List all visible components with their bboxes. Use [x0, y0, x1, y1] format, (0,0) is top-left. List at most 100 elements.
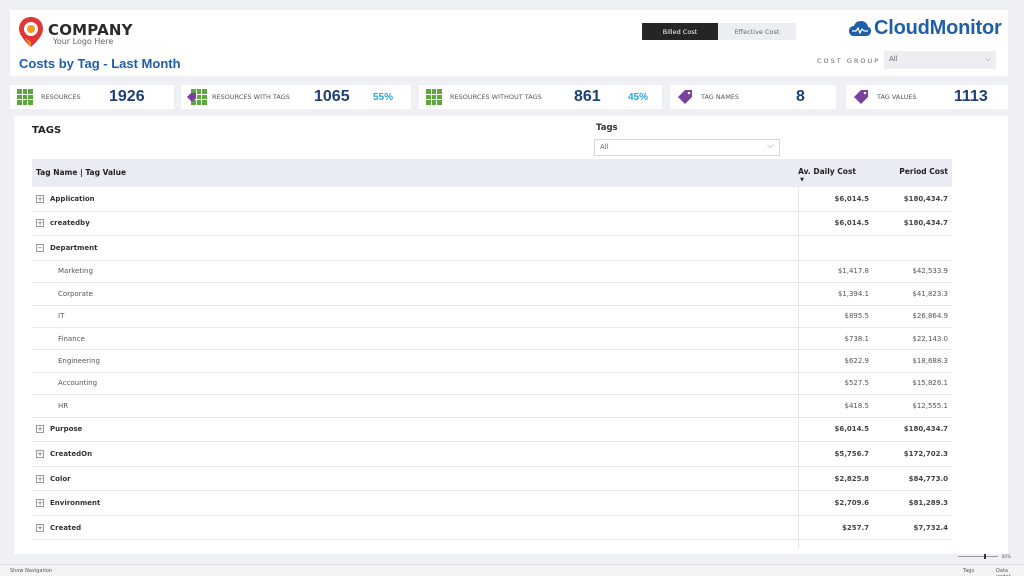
table-row-tag[interactable]: + Created $257.7 $7,732.4 — [32, 516, 952, 541]
table-row-tag[interactable]: + Environment $2,709.6 $81,289.3 — [32, 491, 952, 516]
billed-cost-button[interactable]: Billed Cost — [642, 23, 718, 40]
cell-period-cost: $12,555.1 — [912, 401, 948, 410]
cost-group-value: All — [889, 55, 898, 63]
table-row-tag[interactable]: + createdby $6,014.5 $180,434.7 — [32, 212, 952, 237]
kpi-resources: RESOURCES 1926 — [10, 85, 174, 109]
row-name: Purpose — [50, 425, 83, 434]
tag-icon — [678, 90, 692, 104]
row-name: Department — [50, 243, 98, 252]
row-name: Finance — [58, 334, 85, 343]
column-header-daily-cost[interactable]: Av. Daily Cost ▼ — [798, 167, 856, 183]
product-name: CloudMonitor — [874, 17, 1002, 39]
expand-icon[interactable]: + — [36, 474, 44, 483]
cloud-icon — [849, 20, 871, 36]
table-row-tag-value[interactable]: Corporate $1,394.1 $41,823.3 — [32, 283, 952, 306]
report-header: COMPANY Your Logo Here Costs by Tag - La… — [10, 10, 1008, 76]
row-name: CreatedOn — [50, 449, 93, 458]
table-row-tag-value[interactable]: Finance $738.1 $22,143.0 — [32, 328, 952, 351]
panel-title: TAGS — [32, 125, 62, 136]
kpi-percent: 45% — [628, 92, 649, 103]
cell-daily-cost: $6,014.5 — [834, 219, 869, 228]
location-pin-logo-icon — [19, 17, 43, 47]
row-name: Corporate — [58, 289, 93, 298]
sort-descending-icon: ▼ — [800, 177, 804, 183]
chevron-down-icon: ⌵ — [767, 141, 774, 151]
cell-daily-cost: $738.1 — [844, 334, 870, 343]
table-row-tag[interactable]: + Color $2,825.8 $84,773.0 — [32, 467, 952, 492]
cell-daily-cost: $5,756.7 — [834, 449, 869, 458]
cost-group-dropdown[interactable]: All ⌵ — [884, 51, 996, 69]
grid-tag-icon — [187, 89, 207, 105]
data-update-status: Data updat... — [996, 568, 1015, 576]
kpi-value: 1926 — [109, 88, 145, 105]
cell-daily-cost: $418.5 — [844, 401, 870, 410]
table-row-tag-value[interactable]: Accounting $527.5 $15,826.1 — [32, 373, 952, 396]
row-name: createdby — [50, 219, 90, 228]
zoom-slider[interactable]: 85% — [958, 554, 1018, 559]
table-body: + Application $6,014.5 $180,434.7 + createdby… — [32, 187, 952, 541]
expand-icon[interactable]: + — [36, 219, 44, 228]
tags-panel: TAGS Tags All ⌵ Tag Name | Tag Value Av.… — [14, 116, 1008, 554]
cell-daily-cost: $6,014.5 — [834, 194, 869, 203]
cell-daily-cost: $1,394.1 — [837, 289, 869, 298]
cost-group-label: COST GROUP — [817, 57, 881, 65]
kpi-label: TAG NAMES — [701, 93, 740, 101]
cell-period-cost: $22,143.0 — [912, 334, 948, 343]
cell-period-cost: $26,864.9 — [912, 312, 948, 321]
table-row-tag-value[interactable]: IT $895.5 $26,864.9 — [32, 306, 952, 328]
expand-icon[interactable]: + — [36, 499, 44, 508]
kpi-label: RESOURCES — [41, 93, 81, 101]
tags-filter-value: All — [600, 143, 609, 151]
company-tagline: Your Logo Here — [53, 37, 114, 46]
expand-icon[interactable]: + — [36, 449, 44, 458]
table-row-tag[interactable]: + Purpose $6,014.5 $180,434.7 — [32, 418, 952, 443]
cell-daily-cost: $1,417.8 — [837, 267, 869, 276]
cell-daily-cost: $527.5 — [844, 379, 870, 388]
table-row-tag[interactable]: + Application $6,014.5 $180,434.7 — [32, 187, 952, 212]
row-name: Color — [50, 474, 71, 483]
column-header-period-cost[interactable]: Period Cost — [899, 167, 948, 176]
page-tab-tags[interactable]: Tags — [963, 568, 974, 574]
column-divider — [798, 187, 799, 549]
kpi-tag-values: TAG VALUES 1113 — [846, 85, 1008, 109]
expand-icon[interactable]: + — [36, 194, 44, 203]
table-row-tag[interactable]: + CreatedOn $5,756.7 $172,702.3 — [32, 442, 952, 467]
cost-type-toggle: Billed Cost Effective Cost — [642, 23, 796, 40]
tags-filter-dropdown[interactable]: All ⌵ — [594, 139, 780, 156]
row-name: HR — [58, 401, 69, 410]
row-name: IT — [58, 312, 65, 321]
cell-period-cost: $42,533.9 — [912, 267, 948, 276]
row-name: Marketing — [58, 267, 93, 276]
cell-period-cost: $172,702.3 — [903, 449, 948, 458]
cell-period-cost: $84,773.0 — [908, 474, 948, 483]
zoom-handle[interactable] — [984, 554, 986, 559]
cell-daily-cost: $2,825.8 — [834, 474, 869, 483]
collapse-icon[interactable]: − — [36, 243, 44, 252]
table-row-tag-value[interactable]: Marketing $1,417.8 $42,533.9 — [32, 261, 952, 284]
column-header-tag[interactable]: Tag Name | Tag Value — [36, 168, 126, 177]
chevron-down-icon: ⌵ — [984, 54, 991, 63]
zoom-level: 85% — [1002, 554, 1011, 559]
table-row-tag-value[interactable]: Engineering $622.9 $18,688.3 — [32, 350, 952, 373]
kpi-label: TAG VALUES — [877, 93, 917, 101]
page-title: Costs by Tag - Last Month — [19, 56, 181, 71]
kpi-label: RESOURCES WITH TAGS — [212, 93, 290, 101]
table-row-tag-value[interactable]: HR $418.5 $12,555.1 — [32, 395, 952, 418]
show-navigation-button[interactable]: Show Navigation — [10, 568, 52, 574]
row-name: Engineering — [58, 357, 100, 366]
zoom-track — [958, 556, 998, 557]
table-row-tag[interactable]: − Department — [32, 236, 952, 261]
expand-icon[interactable]: + — [36, 523, 44, 532]
grid-icon — [426, 89, 442, 105]
cell-period-cost: $180,434.7 — [903, 219, 948, 228]
kpi-value: 1065 — [314, 88, 350, 105]
effective-cost-button[interactable]: Effective Cost — [718, 23, 796, 40]
cell-period-cost: $15,826.1 — [912, 379, 948, 388]
cell-period-cost: $81,289.3 — [908, 499, 948, 508]
cell-daily-cost: $2,709.6 — [834, 499, 869, 508]
cell-period-cost: $41,823.3 — [912, 289, 948, 298]
tag-cost-matrix: Tag Name | Tag Value Av. Daily Cost ▼ Pe… — [32, 159, 952, 549]
kpi-value: 861 — [574, 88, 601, 105]
kpi-label: RESOURCES WITHOUT TAGS — [450, 93, 542, 101]
expand-icon[interactable]: + — [36, 425, 44, 434]
